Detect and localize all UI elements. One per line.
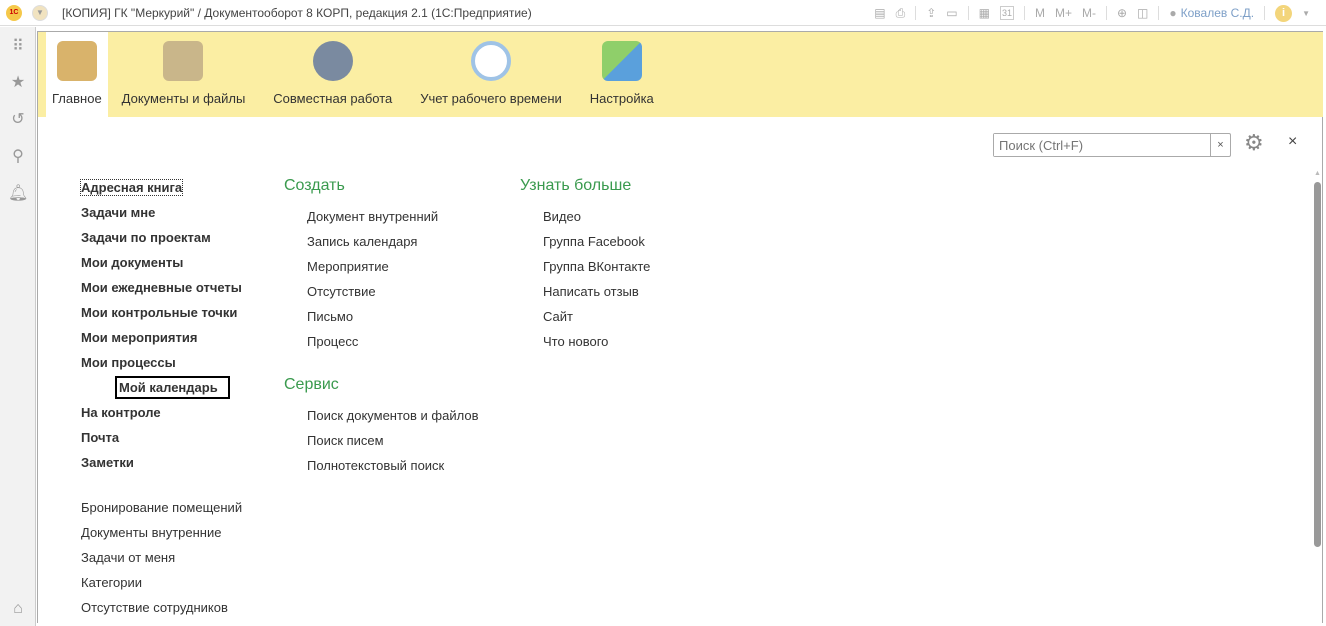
section-main[interactable]: Главное: [46, 32, 108, 117]
nav-link[interactable]: Задачи от меня: [81, 550, 175, 565]
scrollbar-thumb[interactable]: [1314, 182, 1321, 547]
print-icon[interactable]: ⎙: [896, 6, 906, 21]
user-name[interactable]: Ковалев С.Д.: [1181, 6, 1254, 20]
service-link[interactable]: Поиск документов и файлов: [307, 408, 478, 423]
memory-plus-button[interactable]: M+: [1055, 6, 1072, 20]
service-link[interactable]: Полнотекстовый поиск: [307, 458, 444, 473]
chevron-down-icon[interactable]: ▼: [1302, 9, 1310, 18]
create-heading: Создать: [284, 177, 345, 194]
divider: [1023, 6, 1025, 20]
nav-link[interactable]: Задачи мне: [81, 205, 155, 220]
zoom-icon[interactable]: ⊕: [1117, 6, 1127, 20]
section-label: Настройка: [589, 91, 654, 106]
nav-link[interactable]: Задачи по проектам: [81, 230, 211, 245]
create-link[interactable]: Документ внутренний: [307, 209, 438, 224]
home-icon[interactable]: ⌂: [8, 600, 28, 618]
nav-link[interactable]: Адресная книга: [79, 179, 184, 196]
create-link[interactable]: Письмо: [307, 309, 353, 324]
left-panel: ⠿ ★ ↺ ⚲ 🔔︎ ⌂: [0, 27, 36, 626]
gear-icon[interactable]: ⚙: [1244, 130, 1264, 156]
main-menu-button[interactable]: ▼: [32, 4, 48, 21]
main-panel: Главное Документы и файлы Совместная раб…: [37, 31, 1323, 623]
section-label: Совместная работа: [273, 91, 393, 106]
nav-link[interactable]: Мой календарь: [115, 376, 230, 399]
divider: [967, 6, 969, 20]
search-icon[interactable]: ⚲: [8, 146, 28, 166]
nav-link[interactable]: Мои мероприятия: [81, 330, 197, 345]
learn-more-link[interactable]: Группа Facebook: [543, 234, 645, 249]
user-icon: ●: [1169, 6, 1177, 20]
divider: [1158, 6, 1160, 20]
nav-link[interactable]: Бронирование помещений: [81, 500, 242, 515]
learn-more-link[interactable]: Видео: [543, 209, 581, 224]
learn-more-link[interactable]: Что нового: [543, 334, 608, 349]
divider: [915, 6, 917, 20]
folder-icon: [163, 41, 204, 81]
section-label: Документы и файлы: [121, 91, 246, 106]
nav-link[interactable]: На контроле: [81, 405, 161, 420]
nav-link[interactable]: Заметки: [81, 455, 134, 470]
memory-minus-button[interactable]: M-: [1082, 6, 1096, 20]
close-button[interactable]: ×: [1288, 133, 1297, 151]
learn-more-link[interactable]: Написать отзыв: [543, 284, 639, 299]
1c-logo-icon: 1С: [6, 4, 22, 21]
nav-link[interactable]: Мои документы: [81, 255, 183, 270]
create-link[interactable]: Мероприятие: [307, 259, 389, 274]
section-collaboration[interactable]: Совместная работа: [259, 32, 406, 117]
search-input[interactable]: [994, 134, 1210, 156]
title-bar: 1С ▼ [КОПИЯ] ГК "Меркурий" / Документооб…: [0, 0, 1326, 26]
window-title: [КОПИЯ] ГК "Меркурий" / Документооборот …: [62, 5, 532, 20]
favorites-star-icon[interactable]: ★: [8, 72, 28, 92]
create-link[interactable]: Отсутствие: [307, 284, 376, 299]
section-label: Главное: [52, 91, 102, 106]
nav-link[interactable]: Отсутствие сотрудников: [81, 600, 228, 615]
learn-more-heading: Узнать больше: [520, 177, 632, 194]
save-icon[interactable]: ▤: [874, 6, 885, 20]
history-icon[interactable]: ↺: [8, 109, 28, 129]
calendar-icon[interactable]: 31: [999, 6, 1014, 20]
create-link[interactable]: Процесс: [307, 334, 358, 349]
nav-link[interactable]: Мои контрольные точки: [81, 305, 237, 320]
info-icon[interactable]: i: [1275, 4, 1293, 22]
section-settings[interactable]: Настройка: [576, 32, 668, 117]
nav-link[interactable]: Мои ежедневные отчеты: [81, 280, 242, 295]
service-link[interactable]: Поиск писем: [307, 433, 384, 448]
clear-search-button[interactable]: ×: [1210, 134, 1230, 156]
nav-link[interactable]: Категории: [81, 575, 142, 590]
learn-more-link[interactable]: Группа ВКонтакте: [543, 259, 650, 274]
clock-icon: [471, 41, 512, 81]
scroll-up-icon[interactable]: ▲: [1314, 170, 1321, 177]
notifications-bell-icon[interactable]: 🔔︎: [8, 183, 28, 203]
section-label: Учет рабочего времени: [420, 91, 562, 106]
cubes-icon: [601, 41, 642, 81]
scanner-icon[interactable]: ▭: [946, 6, 957, 20]
learn-more-link[interactable]: Сайт: [543, 309, 573, 324]
nav-link[interactable]: Мои процессы: [81, 355, 176, 370]
calculator-icon[interactable]: ▦: [979, 6, 990, 20]
upload-icon[interactable]: ⇪: [926, 6, 936, 20]
people-icon: [312, 41, 353, 81]
nav-link[interactable]: Документы внутренние: [81, 525, 221, 540]
service-heading: Сервис: [284, 376, 339, 393]
divider: [1264, 6, 1266, 20]
apps-grid-icon[interactable]: ⠿: [8, 36, 28, 56]
create-link[interactable]: Запись календаря: [307, 234, 417, 249]
section-documents[interactable]: Документы и файлы: [108, 32, 260, 117]
search-box: ×: [993, 133, 1231, 157]
desk-lamp-icon: [56, 41, 97, 81]
scrollbar[interactable]: ▲: [1312, 170, 1322, 622]
panels-icon[interactable]: ◫: [1137, 6, 1148, 20]
nav-link[interactable]: Почта: [81, 430, 119, 445]
section-time-tracking[interactable]: Учет рабочего времени: [406, 32, 576, 117]
toolbar: ▤ ⎙ ⇪ ▭ ▦ 31 M M+ M- ⊕ ◫ ● Ковалев С.Д. …: [874, 0, 1310, 26]
memory-button[interactable]: M: [1035, 6, 1045, 20]
sections-bar: Главное Документы и файлы Совместная раб…: [38, 32, 1323, 117]
divider: [1105, 6, 1107, 20]
